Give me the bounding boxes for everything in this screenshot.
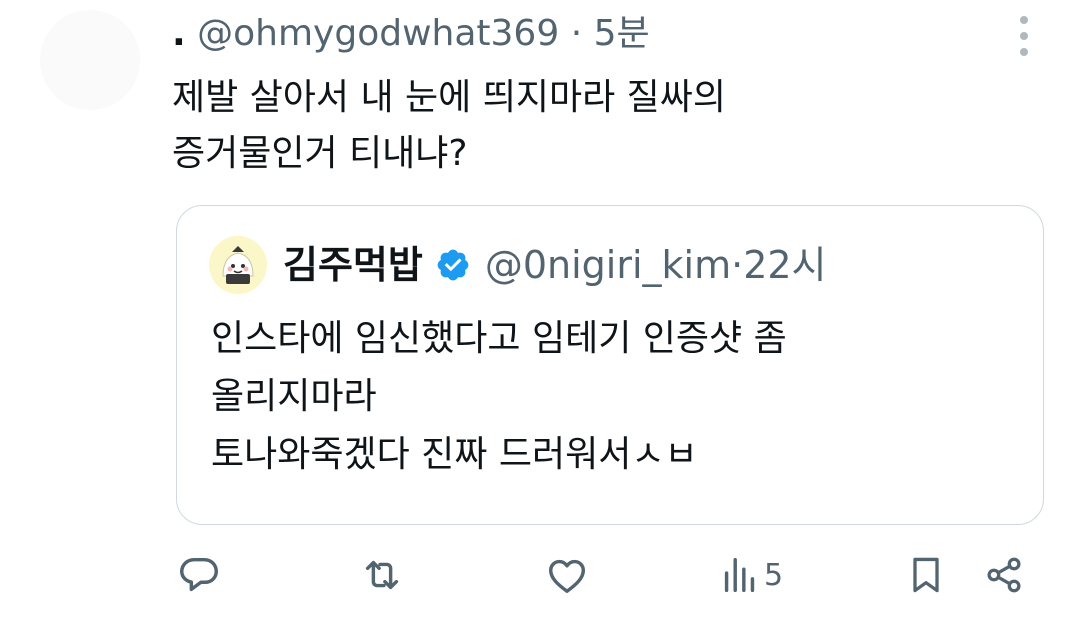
quoted-text-line: 인스타에 임신했다고 임테기 인증샷 좀 (211, 318, 787, 359)
retweet-button[interactable] (358, 552, 406, 598)
tweet-text-line: 제발 살아서 내 눈에 띄지마라 질싸의 (172, 77, 727, 118)
tweet-text: 제발 살아서 내 눈에 띄지마라 질싸의 증거물인거 티내냐? (172, 70, 726, 182)
views-icon (724, 557, 755, 593)
quoted-text-line: 토나와죽겠다 진짜 드러워서ㅅㅂ (211, 434, 698, 475)
tweet-header: . @ohmygodwhat369 · 5분 (172, 12, 650, 56)
quoted-header-separator: · (731, 243, 744, 287)
share-icon (987, 557, 1021, 593)
author-name[interactable]: . (172, 13, 186, 54)
quoted-author-name[interactable]: 김주먹밥 (283, 238, 423, 292)
bookmark-icon (913, 557, 939, 593)
share-button[interactable] (982, 552, 1026, 598)
view-count: 5 (764, 557, 784, 593)
quoted-tweet-card[interactable]: 김주먹밥 @0nigiri_kim · 22시 인스타에 임신했다고 임테기 인… (176, 205, 1044, 525)
tweet-text-line: 증거물인거 티내냐? (172, 133, 468, 174)
author-avatar[interactable] (40, 10, 140, 110)
quoted-tweet-text: 인스타에 임신했다고 임테기 인증샷 좀 올리지마라 토나와죽겠다 진짜 드러워… (211, 310, 787, 484)
tweet-time[interactable]: 5분 (594, 13, 650, 54)
verified-badge-icon (435, 247, 471, 283)
bookmark-button[interactable] (904, 552, 948, 598)
reply-icon (180, 557, 218, 592)
like-icon (548, 559, 586, 594)
quoted-tweet-time[interactable]: 22시 (743, 238, 826, 292)
author-handle[interactable]: @ohmygodwhat369 (197, 13, 559, 54)
reply-button[interactable] (176, 552, 222, 598)
action-bar: 5 (0, 552, 1080, 608)
like-button[interactable] (544, 552, 590, 598)
more-icon[interactable] (1012, 16, 1036, 56)
retweet-icon (365, 560, 399, 590)
views-button[interactable]: 5 (722, 552, 783, 598)
quoted-author-handle[interactable]: @0nigiri_kim (485, 238, 731, 292)
quoted-tweet-header: 김주먹밥 @0nigiri_kim · 22시 (283, 238, 827, 292)
quoted-text-line: 올리지마라 (211, 376, 377, 417)
quoted-author-avatar[interactable] (209, 236, 267, 294)
header-separator: · (570, 13, 583, 54)
